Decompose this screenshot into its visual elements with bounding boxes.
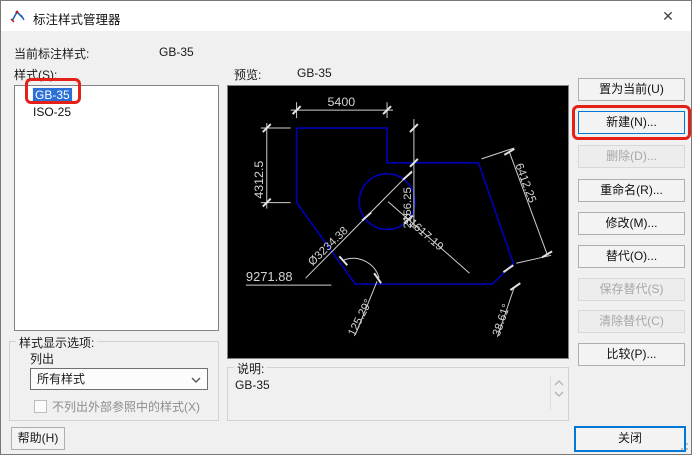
- style-display-options-group: 样式显示选项: 列出 所有样式 不列出外部参照中的样式(X): [9, 334, 219, 421]
- list-filter-dropdown[interactable]: 所有样式: [30, 368, 208, 390]
- new-style-button[interactable]: 新建(N)...: [578, 111, 685, 134]
- dim-angle-left-text: 125.29°: [346, 298, 375, 339]
- dimension-style-manager-dialog: 标注样式管理器 ✕ 当前标注样式: GB-35 样式(S): 预览: GB-35…: [0, 0, 692, 455]
- dim-top-text: 5400: [328, 95, 356, 109]
- styles-list-label: 样式(S):: [14, 68, 58, 82]
- selected-style[interactable]: GB-35: [32, 87, 73, 103]
- xref-checkbox: [34, 400, 47, 413]
- chevron-down-icon[interactable]: [554, 390, 564, 398]
- help-button[interactable]: 帮助(H): [11, 427, 65, 450]
- xref-checkbox-row: 不列出外部参照中的样式(X): [34, 398, 200, 415]
- override-button[interactable]: 替代(O)...: [578, 245, 685, 268]
- dimension-texts: 5400 4312.5 2156.25 6412.25 R1617.19 Ø32…: [246, 95, 538, 338]
- save-override-button: 保存替代(S): [578, 278, 685, 301]
- xref-checkbox-label: 不列出外部参照中的样式(X): [52, 400, 200, 414]
- clear-override-button: 清除替代(C): [578, 310, 685, 333]
- modify-button[interactable]: 修改(M)...: [578, 212, 685, 235]
- current-style-label: 当前标注样式:: [14, 47, 90, 61]
- list-filter-label: 列出: [30, 352, 55, 366]
- dim-leader-text: 9271.88: [246, 269, 293, 284]
- description-text: GB-35: [235, 378, 270, 392]
- close-button[interactable]: 关闭: [574, 426, 686, 452]
- description-group: 说明: GB-35: [227, 360, 569, 421]
- current-style-value: GB-35: [159, 45, 194, 59]
- preview-canvas: 5400 4312.5 2156.25 6412.25 R1617.19 Ø32…: [227, 85, 569, 359]
- resize-grip[interactable]: [677, 440, 689, 452]
- list-filter-value: 所有样式: [37, 372, 86, 386]
- close-icon[interactable]: ✕: [645, 1, 691, 31]
- dim-right-text: 6412.25: [512, 162, 537, 205]
- chevron-down-icon: [191, 377, 201, 383]
- styles-listbox[interactable]: GB-35 ISO-25: [14, 85, 219, 331]
- compare-button[interactable]: 比较(P)...: [578, 343, 685, 366]
- window-title: 标注样式管理器: [33, 13, 121, 27]
- dimension-lines: [245, 102, 552, 337]
- description-scroll[interactable]: [550, 376, 566, 410]
- chevron-up-icon[interactable]: [554, 379, 564, 387]
- preview-drawing: 5400 4312.5 2156.25 6412.25 R1617.19 Ø32…: [245, 95, 553, 338]
- dim-radius-text: R1617.19: [400, 212, 445, 254]
- list-item-gb35[interactable]: GB-35: [15, 87, 218, 104]
- preview-style-value: GB-35: [297, 66, 332, 80]
- style-display-options-label: 样式显示选项:: [16, 334, 98, 351]
- set-current-button[interactable]: 置为当前(U): [578, 78, 685, 101]
- rename-button[interactable]: 重命名(R)...: [578, 179, 685, 202]
- dim-left-text: 4312.5: [252, 161, 266, 199]
- preview-label: 预览:: [234, 68, 262, 82]
- title-bar: 标注样式管理器 ✕: [1, 1, 691, 31]
- dim-angle-right-text: 38.61°: [491, 303, 513, 338]
- description-label: 说明:: [234, 360, 268, 377]
- delete-button: 删除(D)...: [578, 145, 685, 168]
- dimension-style-icon: [10, 10, 25, 23]
- list-item-iso25[interactable]: ISO-25: [15, 104, 218, 121]
